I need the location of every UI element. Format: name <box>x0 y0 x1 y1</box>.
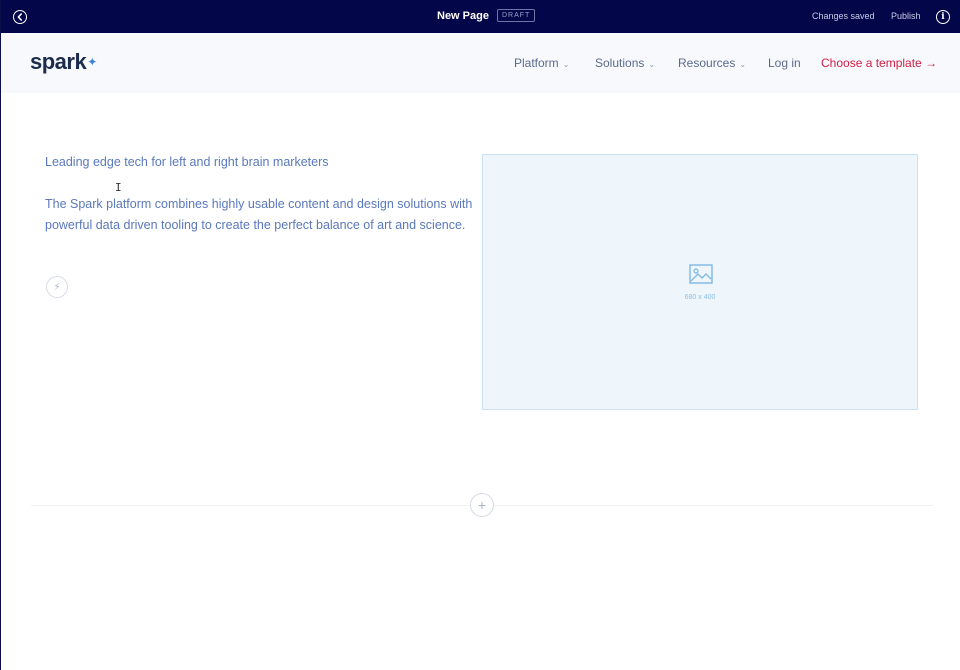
spark-logo[interactable]: spark✦ <box>30 49 97 75</box>
chevron-down-icon: ⌄ <box>562 60 570 69</box>
save-status: Changes saved <box>812 11 875 21</box>
nav-item-label: Platform <box>514 56 559 70</box>
page-title-group: New Page DRAFT <box>437 9 536 22</box>
login-link[interactable]: Log in <box>768 56 801 70</box>
chevron-left-icon <box>17 13 22 21</box>
editor-top-bar: New Page DRAFT Changes saved Publish i <box>1 0 960 33</box>
nav-item-solutions[interactable]: Solutions ⌄ <box>595 56 655 70</box>
hero-heading[interactable]: Leading edge tech for left and right bra… <box>45 155 329 169</box>
image-icon <box>689 264 713 284</box>
plus-icon: + <box>477 497 487 513</box>
chevron-down-icon: ⌄ <box>648 60 656 69</box>
logo-text: spark <box>30 49 87 74</box>
add-block-button[interactable]: ⚡ <box>46 276 68 298</box>
chevron-down-icon: ⌄ <box>739 60 747 69</box>
back-button[interactable] <box>13 10 27 24</box>
nav-item-platform[interactable]: Platform ⌄ <box>514 56 569 70</box>
info-button[interactable]: i <box>936 10 950 24</box>
nav-item-label: Solutions <box>595 56 645 70</box>
add-section-button[interactable]: + <box>470 493 494 517</box>
nav-item-resources[interactable]: Resources ⌄ <box>678 56 746 70</box>
status-badge: DRAFT <box>496 9 536 22</box>
lightning-icon: ⚡ <box>53 281 61 293</box>
page-title[interactable]: New Page <box>437 10 489 22</box>
choose-template-link[interactable]: Choose a template → <box>821 56 937 70</box>
nav-item-label: Resources <box>678 56 736 70</box>
publish-button[interactable]: Publish <box>891 11 921 21</box>
info-icon: i <box>941 11 945 22</box>
image-dimensions-label: 680 x 400 <box>684 294 716 301</box>
hero-body-text[interactable]: The Spark platform combines highly usabl… <box>45 194 475 236</box>
image-placeholder[interactable]: 680 x 400 <box>482 154 918 410</box>
sparkle-icon: ✦ <box>87 55 97 69</box>
site-navbar: spark✦ Platform ⌄ Solutions ⌄ Resources ⌄ L… <box>1 33 960 93</box>
text-cursor-icon: I <box>115 181 122 194</box>
